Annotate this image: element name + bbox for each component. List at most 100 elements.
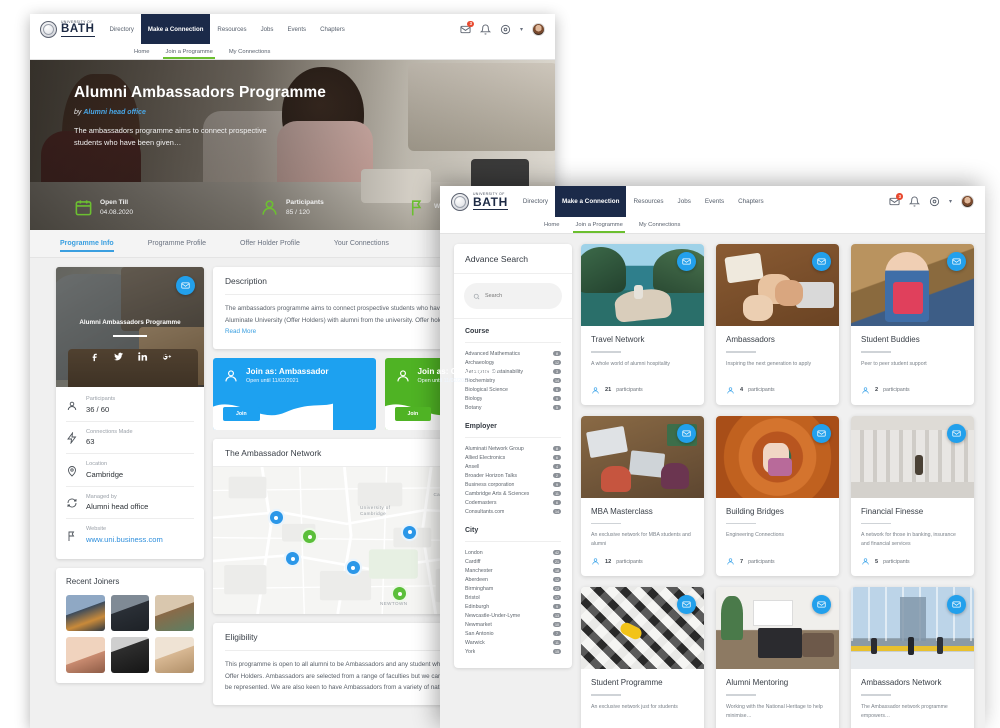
network-card[interactable]: Ambassadors Network The Ambassador netwo… — [851, 587, 974, 728]
nav-link-events[interactable]: Events — [698, 186, 731, 217]
facet-item[interactable]: Newmarket 10 — [465, 620, 561, 629]
facet-item[interactable]: Business corporation 9 — [465, 480, 561, 489]
network-card[interactable]: Student Programme An exclusive network j… — [581, 587, 704, 728]
subnav-home[interactable]: Home — [536, 217, 567, 233]
message-button[interactable] — [176, 276, 195, 295]
card-image-orange-tunnel — [716, 415, 839, 498]
message-button[interactable] — [677, 423, 696, 443]
facet-item[interactable]: Consultants.com 14 — [465, 507, 561, 516]
subnav-my-connections[interactable]: My Connections — [631, 217, 689, 233]
facet-item[interactable]: Aluminati Network Group 8 — [465, 444, 561, 453]
nav-link-events[interactable]: Events — [280, 14, 313, 44]
tab-programme-info[interactable]: Programme Info — [60, 230, 114, 257]
read-more-link[interactable]: Read More — [225, 328, 256, 335]
facet-item[interactable]: London 42 — [465, 548, 561, 557]
joiner-avatar[interactable] — [155, 594, 194, 631]
mail-icon[interactable]: 3 — [889, 193, 903, 207]
nav-link-directory[interactable]: Directory — [516, 186, 555, 217]
search-input-group[interactable] — [464, 283, 562, 309]
network-card[interactable]: Building Bridges Engineering Connections… — [716, 415, 839, 577]
facet-item[interactable]: Broader Horizon Talks 2 — [465, 471, 561, 480]
facet-item[interactable]: Manchester 18 — [465, 566, 561, 575]
tab-programme-profile[interactable]: Programme Profile — [148, 230, 206, 257]
network-card[interactable]: Travel Network A whole world of alumni h… — [581, 244, 704, 405]
subnav-my-connections[interactable]: My Connections — [221, 44, 279, 59]
chevron-down-icon[interactable]: ▾ — [949, 198, 952, 205]
facebook-icon[interactable] — [89, 349, 100, 362]
message-button[interactable] — [812, 252, 831, 271]
join-button[interactable]: Join — [394, 406, 432, 421]
facet-item[interactable]: Birmingham 23 — [465, 584, 561, 593]
notification-bell-icon[interactable] — [479, 24, 491, 35]
message-button[interactable] — [812, 423, 831, 443]
joiner-avatar[interactable] — [66, 594, 105, 631]
joiner-avatar[interactable] — [155, 636, 194, 673]
facet-item[interactable]: Ansell 4 — [465, 462, 561, 471]
participants-icon — [862, 386, 869, 394]
facet-item[interactable]: Bristol 17 — [465, 593, 561, 602]
joiner-avatar[interactable] — [66, 636, 105, 673]
nav-link-resources[interactable]: Resources — [210, 14, 253, 44]
nav-link-make-a-connection[interactable]: Make a Connection — [555, 186, 627, 217]
message-button[interactable] — [812, 595, 831, 615]
facet-item[interactable]: Biology 9 — [465, 394, 561, 403]
facet-item[interactable]: Botany 5 — [465, 403, 561, 412]
facet-item[interactable]: Cardiff 21 — [465, 557, 561, 566]
joiner-avatar[interactable] — [110, 594, 150, 631]
network-card[interactable]: Student Buddies Peer to peer student sup… — [851, 244, 974, 405]
nav-link-chapters[interactable]: Chapters — [731, 186, 771, 217]
facet-item[interactable]: Biological Science 6 — [465, 385, 561, 394]
bath-logo[interactable]: UNIVERSITY OF BATH — [40, 20, 95, 38]
joiner-avatar[interactable] — [110, 636, 150, 673]
nav-link-make-a-connection[interactable]: Make a Connection — [140, 14, 211, 44]
network-card[interactable]: Financial Finesse A network for those in… — [851, 415, 974, 577]
notification-bell-icon[interactable] — [908, 196, 920, 207]
facet-item[interactable]: Aberdeen 12 — [465, 575, 561, 584]
nav-link-resources[interactable]: Resources — [626, 186, 670, 217]
subnav-join-a-programme[interactable]: Join a Programme — [567, 217, 630, 233]
facet-item[interactable]: San Antonio 7 — [465, 629, 561, 638]
join-button[interactable]: Join — [223, 406, 260, 421]
facet-item[interactable]: Newcastle-Under-Lyme 13 — [465, 611, 561, 620]
message-button[interactable] — [947, 252, 966, 271]
network-card[interactable]: Alumni Mentoring Working with the Nation… — [716, 587, 839, 728]
facet-item[interactable]: York 15 — [465, 647, 561, 656]
twitter-icon[interactable] — [113, 349, 124, 361]
nav-link-chapters[interactable]: Chapters — [313, 14, 352, 44]
subnav-join-a-programme[interactable]: Join a Programme — [157, 44, 220, 59]
linkedin-icon[interactable] — [137, 349, 148, 361]
avatar[interactable] — [532, 22, 545, 36]
join-as-ambassador-card[interactable]: Join as: Ambassador Open until 11/02/202… — [213, 357, 376, 430]
tab-offer-holder-profile[interactable]: Offer Holder Profile — [240, 230, 300, 257]
subnav-home[interactable]: Home — [126, 44, 157, 59]
nav-link-directory[interactable]: Directory — [103, 14, 141, 44]
facet-item[interactable]: Codemasters 6 — [465, 498, 561, 507]
message-button[interactable] — [947, 423, 966, 443]
googleplus-icon[interactable] — [161, 349, 172, 360]
map-pin-ambassador[interactable] — [269, 511, 283, 525]
chevron-down-icon[interactable]: ▾ — [520, 26, 523, 33]
nav-link-jobs[interactable]: Jobs — [254, 14, 281, 44]
avatar[interactable] — [961, 195, 974, 208]
facet-item[interactable]: Cambridge Arts & Sciences 11 — [465, 489, 561, 498]
facet-item[interactable]: Advanced Mathematics 8 — [465, 349, 561, 358]
message-button[interactable] — [677, 252, 696, 271]
nav-link-jobs[interactable]: Jobs — [671, 186, 698, 217]
refresh-icon — [66, 496, 78, 508]
network-card[interactable]: MBA Masterclass An exclusive network for… — [581, 415, 704, 577]
facet-item[interactable]: Allied Electronics 6 — [465, 453, 561, 462]
bath-logo[interactable]: UNIVERSITY OF BATH — [451, 192, 508, 211]
map-pin-ambassador[interactable] — [346, 561, 360, 574]
hero-author: by Alumni head office — [74, 109, 545, 116]
settings-gear-icon[interactable] — [929, 196, 940, 207]
mail-icon[interactable]: 3 — [460, 20, 474, 35]
network-card[interactable]: Ambassadors Inspiring the next generatio… — [716, 244, 839, 405]
facet-item[interactable]: Edinburgh 9 — [465, 602, 561, 611]
facet-item[interactable]: Warwick 11 — [465, 638, 561, 647]
hero-by-name[interactable]: Alumni head office — [83, 109, 146, 116]
website-link[interactable]: www.uni.business.com — [86, 535, 163, 544]
tab-your-connections[interactable]: Your Connections — [334, 230, 389, 257]
search-field-wrap — [454, 274, 572, 319]
settings-gear-icon[interactable] — [500, 24, 511, 35]
search-input[interactable] — [485, 293, 553, 299]
